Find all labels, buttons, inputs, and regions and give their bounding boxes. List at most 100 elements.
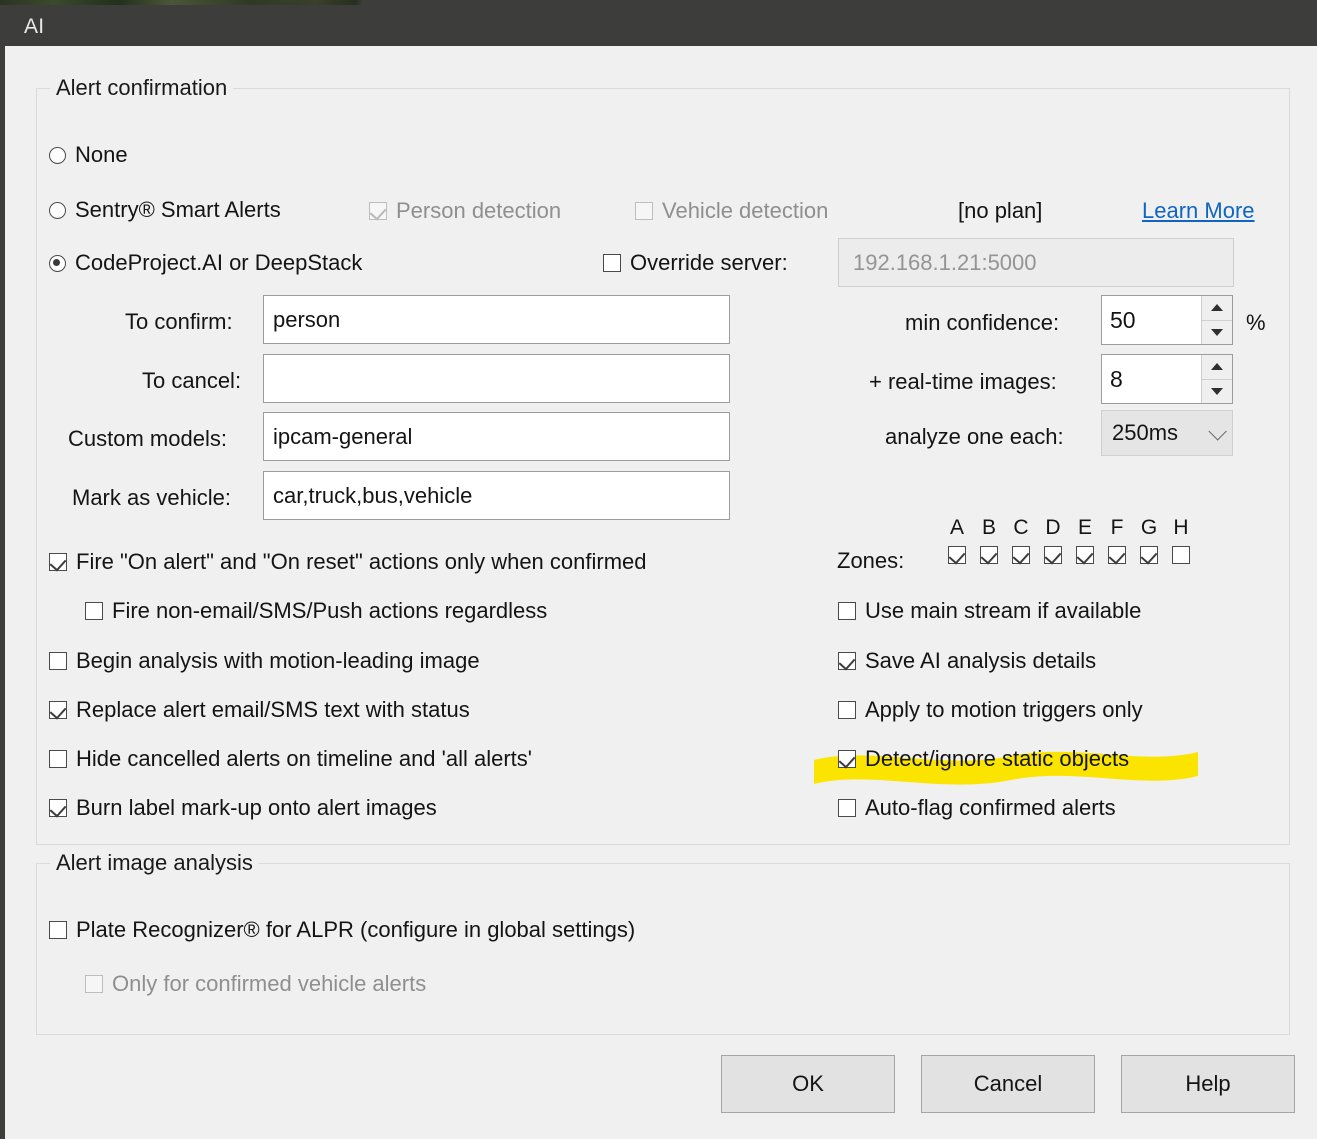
min-confidence-up-button[interactable] <box>1202 296 1232 321</box>
analyze-one-each-select[interactable]: 250ms <box>1101 410 1233 456</box>
option-hide-cancelled-label: Hide cancelled alerts on timeline and 'a… <box>76 746 532 771</box>
option-replace-alert-text[interactable]: Replace alert email/SMS text with status <box>49 699 470 721</box>
option-burn-label-markup[interactable]: Burn label mark-up onto alert images <box>49 797 437 819</box>
alert-image-analysis-group-title: Alert image analysis <box>50 850 259 876</box>
option-save-ai-details-checkbox[interactable] <box>838 652 856 670</box>
analyze-one-each-label: analyze one each: <box>885 424 1064 449</box>
option-fire-non-email-checkbox[interactable] <box>85 602 103 620</box>
cancel-button[interactable]: Cancel <box>921 1055 1095 1113</box>
zone-checkbox-a[interactable] <box>948 546 966 564</box>
analyze-one-each-value: 250ms <box>1112 420 1179 445</box>
radio-row-none[interactable]: None <box>49 144 128 166</box>
min-confidence-spinner[interactable]: 50 <box>1101 295 1233 345</box>
radio-none-label: None <box>75 142 128 167</box>
min-confidence-label: min confidence: <box>905 310 1060 335</box>
zone-checkbox-f[interactable] <box>1108 546 1126 564</box>
min-confidence-value[interactable]: 50 <box>1102 296 1201 344</box>
ok-button[interactable]: OK <box>721 1055 895 1113</box>
option-plate-recognizer[interactable]: Plate Recognizer® for ALPR (configure in… <box>49 919 635 941</box>
realtime-images-label: + real-time images: <box>869 369 1057 394</box>
option-auto-flag-confirmed-checkbox[interactable] <box>838 799 856 817</box>
radio-none[interactable] <box>49 146 66 164</box>
person-detection-label: Person detection <box>396 198 562 223</box>
dialog-client-area: Alert confirmation None Sentry® Smart Al… <box>5 46 1317 1139</box>
option-fire-on-alert-reset-checkbox[interactable] <box>49 553 67 571</box>
option-detect-ignore-static[interactable]: Detect/ignore static objects <box>838 748 1129 770</box>
realtime-images-up-button[interactable] <box>1202 355 1232 380</box>
override-server-row[interactable]: Override server: <box>603 252 788 274</box>
zone-checkbox-g[interactable] <box>1140 546 1158 564</box>
zone-letter-h: H <box>1173 516 1189 539</box>
mark-as-vehicle-input[interactable]: car,truck,bus,vehicle <box>263 471 730 520</box>
option-fire-on-alert-reset-label: Fire "On alert" and "On reset" actions o… <box>76 549 647 574</box>
option-save-ai-details-label: Save AI analysis details <box>865 648 1097 673</box>
option-replace-alert-text-checkbox[interactable] <box>49 701 67 719</box>
min-confidence-unit: % <box>1246 310 1266 335</box>
to-confirm-label: To confirm: <box>125 309 233 334</box>
option-use-main-stream-checkbox[interactable] <box>838 602 856 620</box>
realtime-images-down-button[interactable] <box>1202 380 1232 404</box>
option-detect-ignore-static-checkbox[interactable] <box>838 750 856 768</box>
option-only-confirmed-vehicle-checkbox <box>85 975 103 993</box>
zone-letter-a: A <box>949 516 964 539</box>
option-use-main-stream[interactable]: Use main stream if available <box>838 600 1141 622</box>
zone-letter-e: E <box>1077 516 1092 539</box>
vehicle-detection-checkbox <box>635 202 653 220</box>
option-begin-analysis-checkbox[interactable] <box>49 652 67 670</box>
option-use-main-stream-label: Use main stream if available <box>865 598 1142 623</box>
option-only-confirmed-vehicle-label: Only for confirmed vehicle alerts <box>112 971 427 996</box>
option-fire-non-email[interactable]: Fire non-email/SMS/Push actions regardle… <box>85 600 547 622</box>
help-button[interactable]: Help <box>1121 1055 1295 1113</box>
radio-codeproject-label: CodeProject.AI or DeepStack <box>75 250 363 275</box>
learn-more-link[interactable]: Learn More <box>1142 198 1255 224</box>
option-apply-motion-triggers[interactable]: Apply to motion triggers only <box>838 699 1143 721</box>
option-fire-non-email-label: Fire non-email/SMS/Push actions regardle… <box>112 598 548 623</box>
zone-letter-g: G <box>1140 516 1158 539</box>
option-plate-recognizer-checkbox[interactable] <box>49 921 67 939</box>
zone-checkbox-b[interactable] <box>980 546 998 564</box>
option-begin-analysis[interactable]: Begin analysis with motion-leading image <box>49 650 480 672</box>
zone-checkboxes <box>941 546 1197 564</box>
custom-models-input[interactable]: ipcam-general <box>263 412 730 461</box>
option-save-ai-details[interactable]: Save AI analysis details <box>838 650 1096 672</box>
option-apply-motion-triggers-checkbox[interactable] <box>838 701 856 719</box>
to-cancel-input[interactable] <box>263 354 730 403</box>
radio-sentry-label: Sentry® Smart Alerts <box>75 197 281 222</box>
option-fire-on-alert-reset[interactable]: Fire "On alert" and "On reset" actions o… <box>49 551 647 573</box>
zone-checkbox-h[interactable] <box>1172 546 1190 564</box>
option-auto-flag-confirmed[interactable]: Auto-flag confirmed alerts <box>838 797 1116 819</box>
zones-label: Zones: <box>837 548 905 573</box>
realtime-images-spinner[interactable]: 8 <box>1101 354 1233 404</box>
to-confirm-input[interactable]: person <box>263 295 730 344</box>
to-cancel-label: To cancel: <box>142 368 242 393</box>
alert-image-analysis-group: Alert image analysis <box>36 850 1290 1035</box>
zone-checkbox-d[interactable] <box>1044 546 1062 564</box>
title-bar: AI <box>0 5 1317 46</box>
radio-sentry[interactable] <box>49 201 66 219</box>
zone-checkbox-e[interactable] <box>1076 546 1094 564</box>
zone-letter-c: C <box>1013 516 1029 539</box>
radio-row-codeproject[interactable]: CodeProject.AI or DeepStack <box>49 252 362 274</box>
alert-confirmation-group-title: Alert confirmation <box>50 75 234 101</box>
option-only-confirmed-vehicle: Only for confirmed vehicle alerts <box>85 973 426 995</box>
option-auto-flag-confirmed-label: Auto-flag confirmed alerts <box>865 795 1116 820</box>
zone-checkbox-c[interactable] <box>1012 546 1030 564</box>
override-server-checkbox[interactable] <box>603 254 621 272</box>
override-server-input[interactable]: 192.168.1.21:5000 <box>838 238 1234 287</box>
option-hide-cancelled[interactable]: Hide cancelled alerts on timeline and 'a… <box>49 748 532 770</box>
radio-row-sentry[interactable]: Sentry® Smart Alerts <box>49 199 281 221</box>
mark-as-vehicle-label: Mark as vehicle: <box>72 485 231 510</box>
realtime-images-value[interactable]: 8 <box>1102 355 1201 403</box>
person-detection-row: Person detection <box>369 200 561 222</box>
ai-dialog-window: AI Alert confirmation None Sentry® Smart… <box>0 5 1317 1139</box>
window-title: AI <box>24 15 45 38</box>
option-hide-cancelled-checkbox[interactable] <box>49 750 67 768</box>
radio-codeproject[interactable] <box>49 254 66 272</box>
min-confidence-down-button[interactable] <box>1202 321 1232 345</box>
option-burn-label-markup-checkbox[interactable] <box>49 799 67 817</box>
option-plate-recognizer-label: Plate Recognizer® for ALPR (configure in… <box>76 917 636 942</box>
person-detection-checkbox <box>369 202 387 220</box>
option-replace-alert-text-label: Replace alert email/SMS text with status <box>76 697 470 722</box>
custom-models-label: Custom models: <box>68 426 227 451</box>
vehicle-detection-row: Vehicle detection <box>635 200 828 222</box>
